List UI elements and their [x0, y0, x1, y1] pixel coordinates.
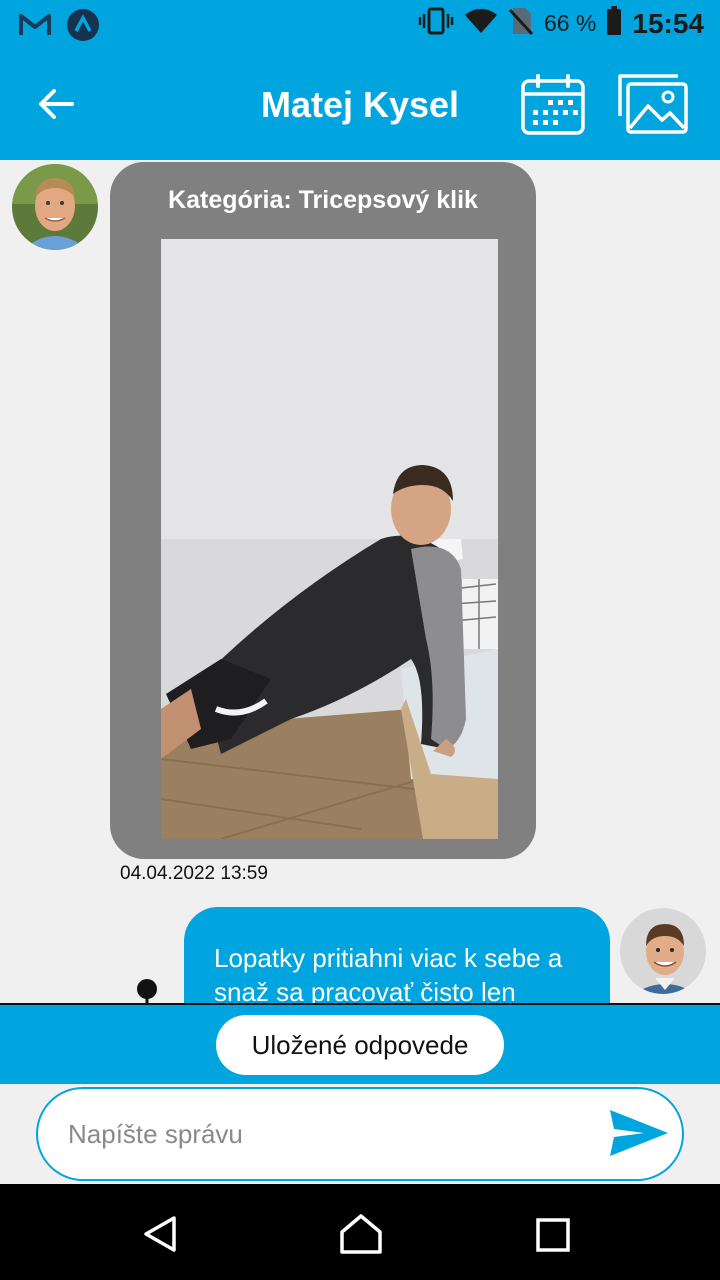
- app-header: Matej Kysel: [0, 50, 720, 160]
- gallery-button[interactable]: [616, 72, 690, 136]
- clock: 15:54: [632, 7, 704, 39]
- gmail-icon: [18, 13, 52, 42]
- vibrate-icon: [418, 6, 454, 41]
- send-icon: [610, 1110, 668, 1156]
- photo-category: Kategória: Tricepsový klik: [168, 186, 478, 214]
- send-button[interactable]: [608, 1106, 670, 1160]
- pin-icon: [134, 978, 160, 1005]
- battery-icon: [606, 6, 622, 41]
- nav-recents-button[interactable]: [536, 1218, 570, 1252]
- no-sim-icon: [508, 6, 534, 41]
- nav-back-button[interactable]: [140, 1214, 180, 1254]
- calendar-icon: [521, 74, 585, 135]
- app-icon: [66, 8, 100, 47]
- saved-replies-bar: Uložené odpovede: [0, 1005, 720, 1084]
- composer: [0, 1084, 720, 1184]
- calendar-button[interactable]: [520, 74, 586, 136]
- wifi-icon: [464, 7, 498, 40]
- message-timestamp: 04.04.2022 13:59: [120, 863, 268, 884]
- gallery-icon: [618, 74, 688, 134]
- battery-percent: 66 %: [543, 10, 597, 36]
- nav-home-icon: [340, 1214, 382, 1254]
- navigation-bar: [0, 1184, 720, 1280]
- message-text: Lopatky pritiahni viac k sebe a snaž sa …: [214, 943, 563, 1005]
- page-title: Matej Kysel: [260, 84, 460, 125]
- nav-back-icon: [144, 1216, 176, 1252]
- text-message[interactable]: Lopatky pritiahni viac k sebe a snaž sa …: [184, 907, 610, 1005]
- photo-message[interactable]: Kategória: Tricepsový klik: [110, 162, 536, 859]
- message-input[interactable]: [36, 1087, 684, 1181]
- saved-replies-button[interactable]: Uložené odpovede: [216, 1015, 504, 1075]
- nav-recents-icon: [536, 1218, 570, 1252]
- status-bar: 66 % 15:54: [0, 0, 720, 50]
- nav-home-button[interactable]: [338, 1212, 384, 1256]
- coach-avatar[interactable]: [12, 164, 98, 250]
- message-list[interactable]: Kategória: Tricepsový klik 04.04.2022 13…: [0, 160, 720, 1005]
- user-avatar[interactable]: [620, 908, 706, 994]
- exercise-photo[interactable]: [161, 239, 498, 839]
